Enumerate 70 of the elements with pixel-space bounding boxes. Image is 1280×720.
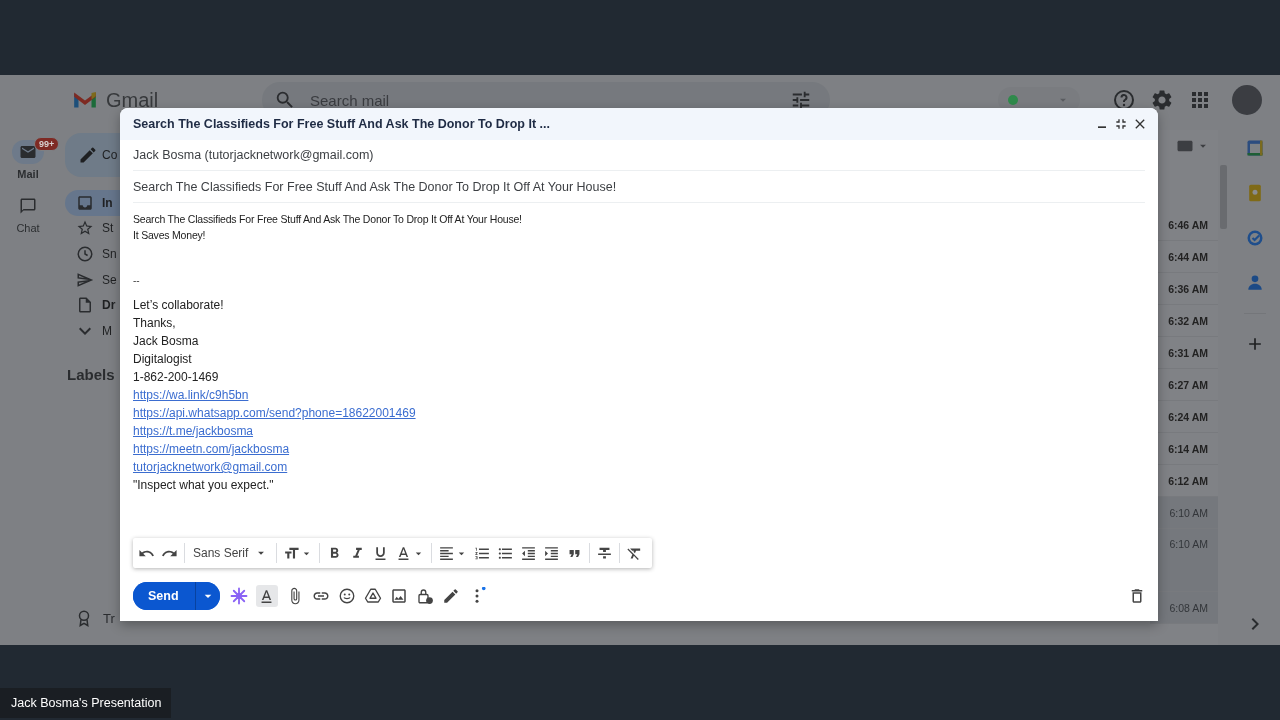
- from-field[interactable]: Jack Bosma (tutorjacknetwork@gmail.com): [133, 148, 374, 162]
- indent-less-icon[interactable]: [520, 544, 538, 562]
- signature-line: Thanks,: [133, 315, 176, 332]
- chat-icon: [19, 197, 37, 215]
- email-time: 6:46 AM: [1168, 218, 1208, 231]
- pen-icon[interactable]: [441, 587, 460, 605]
- triangle-icon[interactable]: [363, 587, 382, 605]
- signature-line: Let’s collaborate!: [133, 297, 224, 314]
- signature-link[interactable]: tutorjacknetwork@gmail.com: [133, 458, 288, 476]
- settings-icon[interactable]: [1150, 88, 1174, 112]
- body-text: Search The Classifieds For Free Stuff And Ask The Donor To Drop It Off At Your House!: [133, 212, 522, 227]
- mail-icon: [19, 143, 37, 161]
- exit-fullscreen-icon[interactable]: [1113, 116, 1129, 132]
- clock-icon: [76, 245, 94, 263]
- font-dropdown[interactable]: Sans Serif: [191, 546, 271, 560]
- signature-line: Jack Bosma: [133, 333, 199, 350]
- body-text: It Saves Money!: [133, 228, 206, 243]
- count-badge: 99+: [34, 137, 60, 151]
- pencil-icon: [78, 145, 98, 165]
- email-time: 6:36 AM: [1168, 282, 1208, 295]
- email-time: 6:32 AM: [1168, 314, 1208, 327]
- chevron-icon[interactable]: [1250, 617, 1260, 631]
- chevron-icon: [78, 325, 92, 336]
- nav-item[interactable]: Dr: [65, 292, 120, 318]
- nav-item[interactable]: Se: [65, 266, 120, 293]
- rail-label: Chat: [16, 222, 40, 234]
- search-icon[interactable]: [274, 89, 296, 111]
- email-time: 6:24 AM: [1168, 410, 1208, 423]
- signature-separator: --: [133, 274, 140, 288]
- email-time: 6:31 AM: [1168, 346, 1208, 359]
- promo-link[interactable]: Tr: [65, 609, 260, 627]
- nav-item[interactable]: St: [65, 215, 120, 242]
- email-time: 6:27 AM: [1168, 378, 1208, 391]
- emoji-icon[interactable]: [337, 587, 356, 605]
- labels-heading: Labels: [67, 365, 115, 383]
- lock-icon[interactable]: [415, 587, 434, 605]
- email-time: 6:10 AM: [1169, 538, 1208, 550]
- compose-button[interactable]: Co: [65, 133, 120, 177]
- signature-line: "Inspect what you expect.": [133, 477, 274, 494]
- email-time: 6:14 AM: [1168, 442, 1208, 455]
- nav-item[interactable]: M: [65, 317, 120, 344]
- email-time: 6:10 AM: [1169, 506, 1208, 519]
- star-icon: [76, 219, 94, 238]
- email-time: 6:08 AM: [1169, 601, 1208, 614]
- compose-title: Search The Classifieds For Free Stuff And Ask The Donor To Drop It ...: [133, 117, 551, 131]
- indent-more-icon[interactable]: [543, 544, 561, 562]
- align-icon[interactable]: [438, 544, 456, 562]
- avatar[interactable]: [1232, 85, 1262, 115]
- formatting-toggle[interactable]: [255, 585, 278, 607]
- signature-link[interactable]: https://meetn.com/jackbosma: [133, 440, 290, 458]
- file-icon: [76, 296, 94, 315]
- signature-line: Digitalogist: [133, 351, 192, 368]
- inbox-icon: [76, 193, 94, 212]
- signature-line: 1-862-200-1469: [133, 369, 219, 386]
- filter-icon[interactable]: [790, 89, 812, 111]
- nav-item[interactable]: In: [65, 190, 120, 216]
- email-time: 6:44 AM: [1168, 250, 1208, 263]
- send-options-button[interactable]: [194, 582, 220, 610]
- rail-label: Mail: [17, 168, 39, 180]
- signature-link[interactable]: https://api.whatsapp.com/send?phone=18622001469: [133, 404, 416, 422]
- signature-link[interactable]: https://wa.link/c9h5bn: [133, 386, 249, 404]
- presenter-label: Jack Bosma's Presentation: [0, 688, 172, 718]
- subject-field[interactable]: Search The Classifieds For Free Stuff And Ask The Donor To Drop It Off At Your House!: [133, 179, 617, 194]
- search-field[interactable]: Search mail: [308, 90, 778, 110]
- email-time: 6:12 AM: [1168, 474, 1208, 487]
- image-icon[interactable]: [389, 587, 408, 605]
- signature-link[interactable]: https://t.me/jackbosma: [133, 422, 254, 440]
- nav-item[interactable]: Sn: [65, 241, 120, 267]
- logo-text: Gmail: [106, 88, 159, 112]
- sparkle-icon[interactable]: [229, 587, 248, 605]
